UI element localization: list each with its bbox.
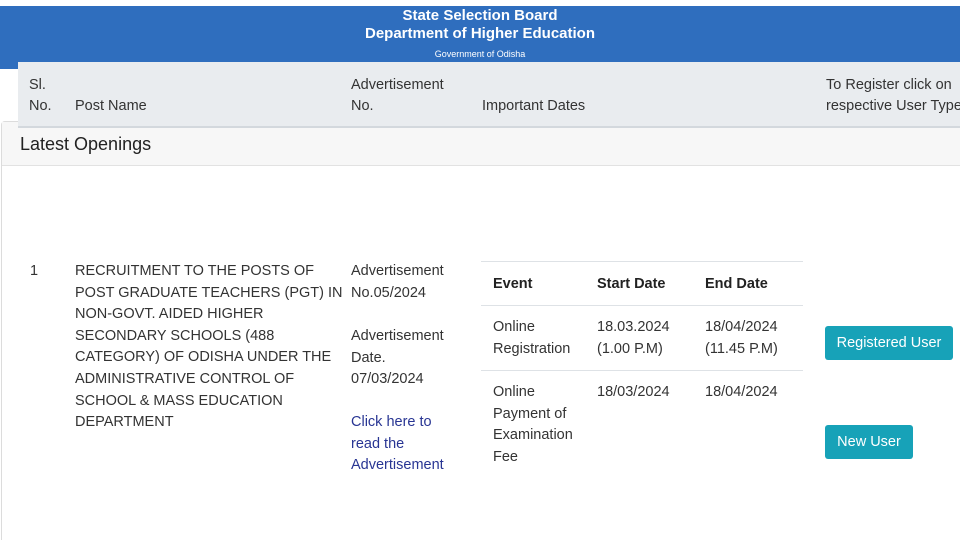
header-advertisement-no: Advertisement No. [351, 77, 444, 114]
row-sl: 1 [30, 263, 39, 279]
site-subtitle: Department of Higher Education [364, 25, 596, 42]
header-important-dates: Important Dates [482, 98, 586, 114]
read-advertisement-link[interactable]: Click here to read the Advertisement [351, 412, 444, 477]
advertisement-date-cell: Advertisement Date. 07/03/2024 [351, 328, 444, 388]
payment-end-date: 18/04/2024 [705, 384, 778, 400]
event-online-registration: Online Registration [493, 319, 571, 357]
registration-start-date: 18.03.2024 (1.00 P.M) [597, 319, 670, 357]
event-online-payment: Online Payment of Examination Fee [493, 384, 573, 465]
table-header: Sl. No. Post Name Advertisement No. Impo… [18, 62, 960, 128]
header-event: Event [493, 276, 533, 292]
card-title: Latest Openings [20, 134, 152, 154]
header-sl-no: Sl. No. [29, 77, 52, 114]
divider [481, 305, 803, 306]
divider [481, 370, 803, 371]
payment-start-date: 18/03/2024 [597, 384, 670, 400]
site-header: State Selection Board Department of High… [0, 6, 960, 69]
divider [481, 261, 803, 262]
header-end-date: End Date [705, 276, 768, 292]
registered-user-button[interactable]: Registered User [825, 326, 953, 360]
header-post-name: Post Name [75, 98, 147, 114]
site-title: State Selection Board [402, 7, 558, 24]
registration-end-date: 18/04/2024 (11.45 P.M) [705, 319, 778, 357]
post-name-cell: RECRUITMENT TO THE POSTS OF POST GRADUAT… [75, 263, 343, 431]
header-start-date: Start Date [597, 276, 666, 292]
header-register: To Register click on respective User Typ… [826, 77, 960, 114]
card-header: Latest Openings [2, 122, 960, 166]
site-tagline: Government of Odisha [434, 49, 526, 59]
new-user-button[interactable]: New User [825, 425, 913, 459]
advertisement-no-cell: Advertisement No.05/2024 [351, 263, 444, 301]
